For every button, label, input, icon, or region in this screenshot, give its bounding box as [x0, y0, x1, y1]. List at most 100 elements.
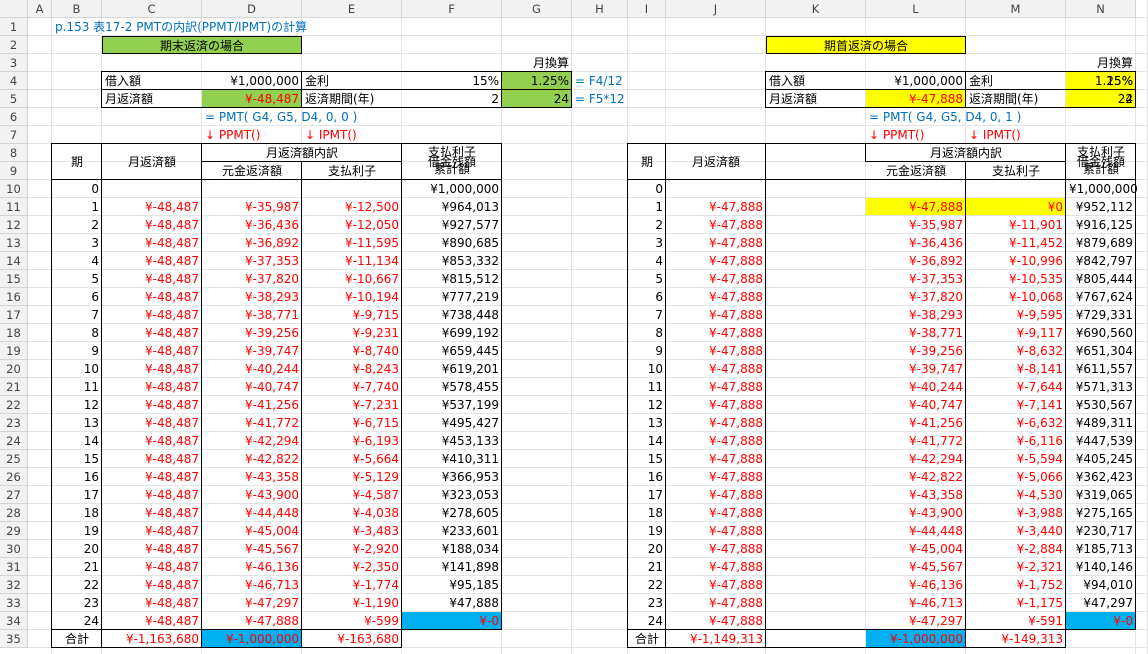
left-period-cell[interactable]: 13	[52, 414, 102, 432]
column-header-c[interactable]: C	[102, 0, 202, 18]
right-interest-cell[interactable]: ¥-4,530	[966, 486, 1066, 504]
left-payment-cell[interactable]: ¥-48,487	[102, 450, 202, 468]
left-payment-cell[interactable]: ¥-48,487	[102, 432, 202, 450]
right-balance-cell[interactable]: ¥405,245	[1066, 450, 1136, 468]
left-principal-cell[interactable]: ¥-40,747	[202, 378, 302, 396]
left-principal-cell[interactable]: ¥-39,747	[202, 342, 302, 360]
sheet-title[interactable]: p.153 表17-2 PMTの内訳(PPMT/IPMT)の計算	[52, 18, 652, 36]
left-header-period[interactable]: 期	[52, 144, 102, 180]
right-period-cell[interactable]: 6	[628, 288, 666, 306]
right-payment-cell[interactable]: ¥-47,888	[666, 486, 766, 504]
left-payment-cell[interactable]: ¥-48,487	[102, 486, 202, 504]
right-period-cell[interactable]: 14	[628, 432, 666, 450]
left-balance-cell[interactable]: ¥853,332	[402, 252, 502, 270]
right-interest-cell[interactable]: ¥-10,996	[966, 252, 1066, 270]
row-header-26[interactable]: 26	[0, 468, 28, 486]
left-payment-cell[interactable]: ¥-48,487	[102, 252, 202, 270]
right-principal-cell[interactable]: ¥-41,772	[866, 432, 966, 450]
right-payment-cell[interactable]: ¥-47,888	[666, 558, 766, 576]
right-interest-cell[interactable]: ¥-8,632	[966, 342, 1066, 360]
left-period-cell[interactable]: 21	[52, 558, 102, 576]
left-principal-cell[interactable]: ¥-39,256	[202, 324, 302, 342]
right-principal-cell[interactable]: ¥-45,004	[866, 540, 966, 558]
left-rate-formula[interactable]: = F4/12	[572, 72, 662, 90]
left-total-interest[interactable]: ¥-163,680	[302, 630, 402, 648]
right-principal-cell[interactable]: ¥-40,747	[866, 396, 966, 414]
left-balance-cell[interactable]: ¥578,455	[402, 378, 502, 396]
right-interest-cell[interactable]: ¥-6,632	[966, 414, 1066, 432]
left-interest-cell[interactable]: ¥-9,231	[302, 324, 402, 342]
select-all-corner[interactable]	[0, 0, 28, 18]
left-interest-cell[interactable]: ¥-12,500	[302, 198, 402, 216]
right-interest-cell[interactable]: ¥-6,116	[966, 432, 1066, 450]
left-header-cumulative[interactable]: 支払利子 累計額	[402, 144, 502, 180]
left-loan-value[interactable]: ¥1,000,000	[202, 72, 302, 90]
column-header-g[interactable]: G	[502, 0, 572, 18]
right-period-cell[interactable]: 2	[628, 216, 666, 234]
left-balance-cell[interactable]: ¥1,000,000	[402, 180, 502, 198]
right-principal-cell[interactable]: ¥-39,256	[866, 342, 966, 360]
left-payment-cell[interactable]: ¥-48,487	[102, 558, 202, 576]
right-principal-cell[interactable]: ¥-46,713	[866, 594, 966, 612]
right-payment-cell[interactable]: ¥-47,888	[666, 378, 766, 396]
right-header-breakdown[interactable]: 月返済額内訳	[866, 144, 1066, 162]
left-principal-cell[interactable]: ¥-41,772	[202, 414, 302, 432]
left-balance-cell[interactable]: ¥699,192	[402, 324, 502, 342]
right-interest-cell[interactable]: ¥-591	[966, 612, 1066, 630]
left-interest-cell[interactable]: ¥-2,920	[302, 540, 402, 558]
left-interest-cell[interactable]: ¥-3,483	[302, 522, 402, 540]
left-balance-cell[interactable]: ¥278,605	[402, 504, 502, 522]
right-period-cell[interactable]: 9	[628, 342, 666, 360]
row-header-22[interactable]: 22	[0, 396, 28, 414]
right-period-cell[interactable]: 23	[628, 594, 666, 612]
left-header-payment[interactable]: 月返済額	[102, 144, 202, 180]
right-balance-cell[interactable]: ¥230,717	[1066, 522, 1136, 540]
right-period-cell[interactable]: 16	[628, 468, 666, 486]
right-interest-cell[interactable]: ¥-11,901	[966, 216, 1066, 234]
left-interest-cell[interactable]: ¥-9,715	[302, 306, 402, 324]
left-period-cell[interactable]: 1	[52, 198, 102, 216]
right-header-interest[interactable]: 支払利子	[966, 162, 1066, 180]
row-header-27[interactable]: 27	[0, 486, 28, 504]
right-interest-cell[interactable]	[966, 180, 1066, 198]
right-interest-cell[interactable]: ¥-7,644	[966, 378, 1066, 396]
right-balance-cell[interactable]: ¥362,423	[1066, 468, 1136, 486]
left-principal-cell[interactable]: ¥-43,358	[202, 468, 302, 486]
right-interest-cell[interactable]: ¥-3,440	[966, 522, 1066, 540]
right-principal-cell[interactable]: ¥-43,358	[866, 486, 966, 504]
right-rate-month[interactable]: 1.25%	[1066, 72, 1136, 90]
right-pay-label[interactable]: 月返済額	[766, 90, 866, 108]
left-principal-cell[interactable]: ¥-46,713	[202, 576, 302, 594]
right-loan-label[interactable]: 借入額	[766, 72, 866, 90]
left-period-cell[interactable]: 9	[52, 342, 102, 360]
right-header-payment[interactable]: 月返済額	[666, 144, 766, 180]
row-header-12[interactable]: 12	[0, 216, 28, 234]
left-payment-cell[interactable]: ¥-48,487	[102, 468, 202, 486]
right-interest-cell[interactable]: ¥-3,988	[966, 504, 1066, 522]
column-header-k[interactable]: K	[766, 0, 866, 18]
left-payment-cell[interactable]: ¥-48,487	[102, 540, 202, 558]
left-period-cell[interactable]: 5	[52, 270, 102, 288]
left-period-cell[interactable]: 24	[52, 612, 102, 630]
row-header-15[interactable]: 15	[0, 270, 28, 288]
right-payment-cell[interactable]: ¥-47,888	[666, 612, 766, 630]
left-total-principal[interactable]: ¥-1,000,000	[202, 630, 302, 648]
left-principal-cell[interactable]: ¥-43,900	[202, 486, 302, 504]
right-principal-cell[interactable]: ¥-47,888	[866, 198, 966, 216]
column-header-d[interactable]: D	[202, 0, 302, 18]
left-balance-cell[interactable]: ¥777,219	[402, 288, 502, 306]
right-period-cell[interactable]: 24	[628, 612, 666, 630]
row-header-20[interactable]: 20	[0, 360, 28, 378]
left-ppmt-note[interactable]: ↓ PPMT()	[202, 126, 302, 144]
left-principal-cell[interactable]: ¥-41,256	[202, 396, 302, 414]
left-interest-cell[interactable]: ¥-8,243	[302, 360, 402, 378]
right-interest-cell[interactable]: ¥-10,068	[966, 288, 1066, 306]
right-loan-value[interactable]: ¥1,000,000	[866, 72, 966, 90]
left-principal-cell[interactable]: ¥-38,771	[202, 306, 302, 324]
left-balance-cell[interactable]: ¥890,685	[402, 234, 502, 252]
right-balance-cell[interactable]: ¥805,444	[1066, 270, 1136, 288]
left-period-cell[interactable]: 6	[52, 288, 102, 306]
left-interest-cell[interactable]: ¥-2,350	[302, 558, 402, 576]
right-term-month[interactable]: 24	[1066, 90, 1136, 108]
right-interest-cell[interactable]: ¥-10,535	[966, 270, 1066, 288]
